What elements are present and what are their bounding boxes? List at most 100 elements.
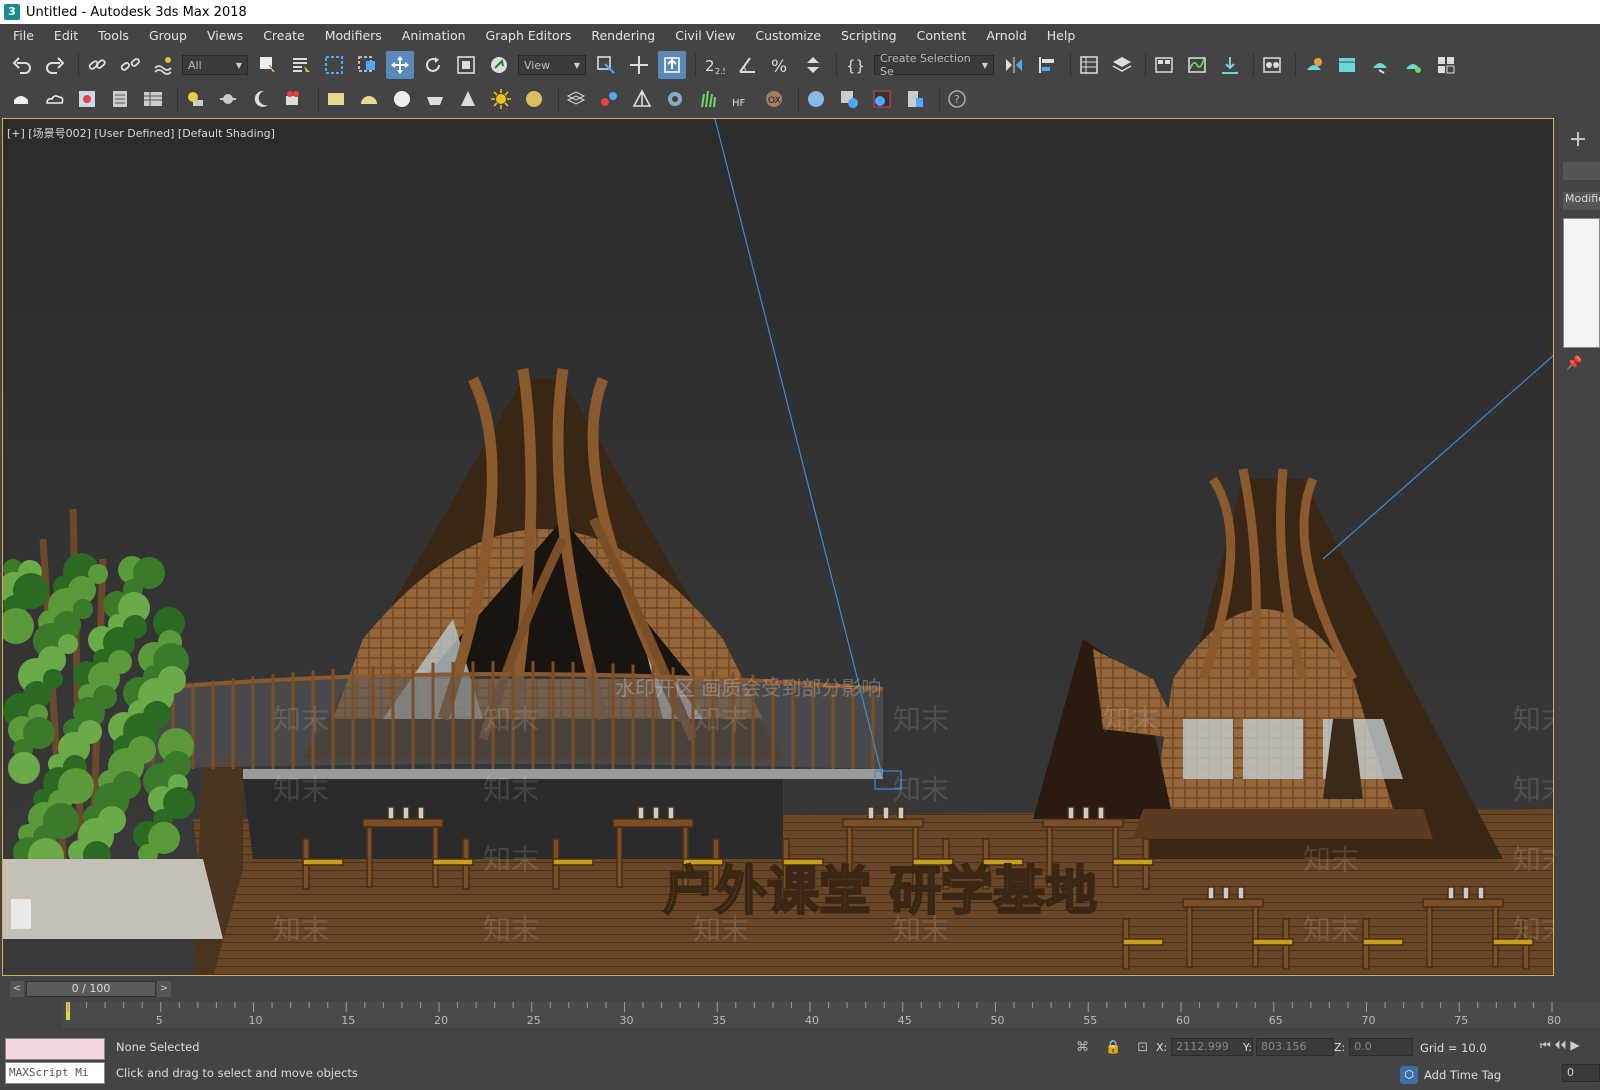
playback-controls[interactable]: ⏮ ⏴⏴ ▶ xyxy=(1540,1038,1580,1053)
select-object-icon[interactable] xyxy=(254,51,282,79)
render-window-icon[interactable] xyxy=(74,86,100,112)
menu-civil-view[interactable]: Civil View xyxy=(668,28,748,43)
molecule-icon[interactable] xyxy=(596,86,622,112)
track-bar[interactable]: 5 10 15 20 25 30 35 40 45 50 55 60 65 70 75 80 xyxy=(0,1002,1600,1028)
selection-lock-icon[interactable]: 🔒 xyxy=(1105,1040,1121,1055)
toggle-ribbon-icon[interactable] xyxy=(1150,51,1178,79)
blue-sphere-icon[interactable] xyxy=(803,86,829,112)
bind-space-warp-icon[interactable] xyxy=(149,51,177,79)
menu-graph-editors[interactable]: Graph Editors xyxy=(479,28,585,43)
render-shortcuts-icon[interactable] xyxy=(1432,51,1460,79)
keyboard-shortcut-override-icon[interactable] xyxy=(658,51,686,79)
menu-tools[interactable]: Tools xyxy=(91,28,142,43)
select-and-move-icon[interactable] xyxy=(386,51,414,79)
viewport-label[interactable]: [+] [场景号002] [User Defined] [Default Sha… xyxy=(7,125,275,141)
bowl-icon[interactable] xyxy=(422,86,448,112)
reference-coordinate-dropdown[interactable]: View ▼ xyxy=(518,55,586,75)
menu-animation[interactable]: Animation xyxy=(395,28,479,43)
time-slider[interactable]: < 0 / 100 > xyxy=(0,978,1600,1000)
menu-content[interactable]: Content xyxy=(910,28,980,43)
asset-tracking-icon[interactable] xyxy=(902,86,928,112)
plane-icon[interactable] xyxy=(323,86,349,112)
x-coordinate-field[interactable]: 2112.999 xyxy=(1171,1038,1254,1056)
help-icon[interactable]: ? xyxy=(944,86,970,112)
texture-ball-icon[interactable]: OX xyxy=(761,86,787,112)
snaps-toggle-icon[interactable]: 22.5 xyxy=(700,51,728,79)
align-icon[interactable] xyxy=(1033,51,1061,79)
curve-editor-icon[interactable] xyxy=(1183,51,1211,79)
absolute-mode-icon[interactable]: ⊡ xyxy=(1137,1040,1148,1055)
y-coordinate-field[interactable]: 803.156 xyxy=(1255,1038,1334,1056)
hair-fur-icon[interactable]: HF xyxy=(728,86,754,112)
menu-customize[interactable]: Customize xyxy=(748,28,834,43)
menu-edit[interactable]: Edit xyxy=(47,28,91,43)
particle-grid-icon[interactable] xyxy=(563,86,589,112)
render-setup-icon[interactable] xyxy=(1300,51,1328,79)
camera-rig-icon[interactable] xyxy=(215,86,241,112)
maxscript-listener-output[interactable] xyxy=(5,1038,105,1060)
angle-snap-icon[interactable] xyxy=(733,51,761,79)
select-and-scale-icon[interactable] xyxy=(452,51,480,79)
menu-arnold[interactable]: Arnold xyxy=(979,28,1039,43)
select-and-place-icon[interactable] xyxy=(485,51,513,79)
scene-explorer-icon[interactable] xyxy=(1075,51,1103,79)
maxscript-mini-listener[interactable]: MAXScript Mi xyxy=(5,1062,105,1084)
tent-icon[interactable] xyxy=(629,86,655,112)
cone-icon[interactable] xyxy=(455,86,481,112)
current-frame-field[interactable]: 0 xyxy=(1562,1064,1600,1082)
video-camera-icon[interactable] xyxy=(281,86,307,112)
sun-icon[interactable] xyxy=(488,86,514,112)
menu-views[interactable]: Views xyxy=(200,28,256,43)
layer-explorer-icon[interactable] xyxy=(1108,51,1136,79)
time-slider-next-button[interactable]: > xyxy=(157,981,171,997)
scene-states-icon[interactable] xyxy=(836,86,862,112)
menu-create[interactable]: Create xyxy=(256,28,318,43)
dome-icon[interactable] xyxy=(356,86,382,112)
select-manipulate-icon[interactable] xyxy=(625,51,653,79)
spinner-snap-icon[interactable] xyxy=(799,51,827,79)
mirror-icon[interactable] xyxy=(1000,51,1028,79)
modifier-list-dropdown[interactable]: Modifie xyxy=(1563,192,1600,210)
render-production-icon[interactable] xyxy=(1366,51,1394,79)
list-panel-icon[interactable] xyxy=(107,86,133,112)
gold-sphere-icon[interactable] xyxy=(521,86,547,112)
render-in-cloud-icon[interactable] xyxy=(1399,51,1427,79)
grass-icon[interactable] xyxy=(695,86,721,112)
percent-snap-icon[interactable]: % xyxy=(766,51,794,79)
menu-file[interactable]: File xyxy=(6,28,47,43)
sphere-icon[interactable] xyxy=(389,86,415,112)
create-tab-icon[interactable]: + xyxy=(1564,126,1592,154)
unlink-icon[interactable] xyxy=(116,51,144,79)
selection-filter-dropdown[interactable]: All ▼ xyxy=(182,55,248,75)
select-and-rotate-icon[interactable] xyxy=(419,51,447,79)
rendered-frame-window-icon[interactable] xyxy=(1333,51,1361,79)
spreadsheet-icon[interactable] xyxy=(140,86,166,112)
menu-scripting[interactable]: Scripting xyxy=(834,28,910,43)
teapot-icon[interactable] xyxy=(8,86,34,112)
modifier-stack[interactable] xyxy=(1563,218,1600,348)
time-slider-thumb[interactable]: 0 / 100 xyxy=(26,981,156,997)
cloud-icon[interactable] xyxy=(41,86,67,112)
menu-help[interactable]: Help xyxy=(1040,28,1089,43)
material-editor-icon[interactable] xyxy=(1258,51,1286,79)
pin-stack-icon[interactable]: 📌 xyxy=(1566,356,1582,371)
dope-sheet-icon[interactable] xyxy=(1216,51,1244,79)
undo-icon[interactable] xyxy=(8,51,36,79)
time-slider-prev-button[interactable]: < xyxy=(10,981,24,997)
gear-icon[interactable] xyxy=(662,86,688,112)
isolate-selection-icon[interactable]: ⌘ xyxy=(1076,1040,1089,1055)
edit-named-selection-icon[interactable]: {} xyxy=(841,51,869,79)
render-elements-icon[interactable] xyxy=(869,86,895,112)
z-coordinate-field[interactable]: 0.0 xyxy=(1349,1038,1414,1056)
menu-group[interactable]: Group xyxy=(142,28,200,43)
use-pivot-center-icon[interactable] xyxy=(592,51,620,79)
menu-rendering[interactable]: Rendering xyxy=(584,28,668,43)
light-lister-icon[interactable] xyxy=(182,86,208,112)
select-by-name-icon[interactable] xyxy=(287,51,315,79)
object-name-field[interactable] xyxy=(1563,162,1600,180)
add-time-tag[interactable]: ⬡ Add Time Tag xyxy=(1400,1066,1501,1084)
menu-modifiers[interactable]: Modifiers xyxy=(318,28,395,43)
redo-icon[interactable] xyxy=(41,51,69,79)
named-selection-sets-dropdown[interactable]: Create Selection Se ▼ xyxy=(874,52,994,78)
perspective-viewport[interactable]: [+] [场景号002] [User Defined] [Default Sha… xyxy=(2,118,1554,976)
